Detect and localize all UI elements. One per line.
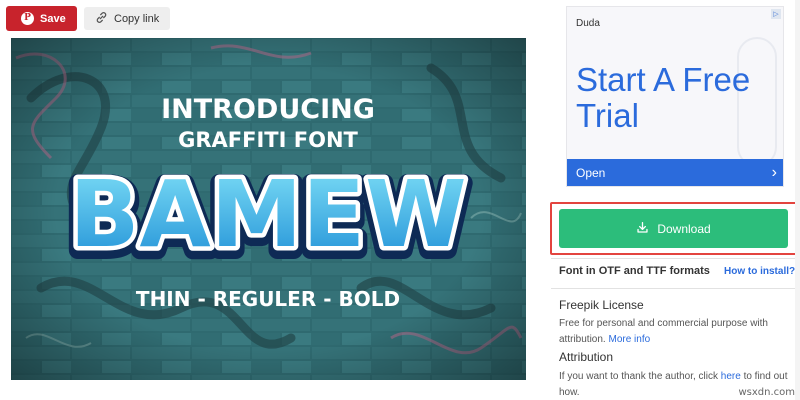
ad-brand: Duda [576,18,600,29]
scrollbar[interactable] [795,0,800,400]
font-preview-image: INTRODUCING GRAFFITI FONT BAMEW BAMEW BA… [11,38,526,380]
download-label: Download [657,221,711,236]
divider [551,288,795,289]
license-text: Free for personal and commercial purpose… [559,316,789,347]
ad-banner[interactable]: ▷ Duda Start A Free Trial Open › [566,6,784,187]
hero-weights: THIN - REGULER - BOLD [136,287,400,311]
chevron-right-icon: › [771,163,777,181]
hero-line-intro: INTRODUCING [161,94,375,125]
ad-open-button[interactable]: Open › [567,159,783,186]
attribution-text-before: If you want to thank the author, click [559,371,718,382]
divider [551,258,795,259]
copy-link-button[interactable]: Copy link [84,7,170,30]
download-icon [636,221,649,237]
hero-line-subtitle: GRAFFITI FONT [178,128,358,152]
download-button[interactable]: Download [559,209,788,248]
link-icon [95,11,108,27]
more-info-link[interactable]: More info [608,334,650,345]
ad-open-label: Open [576,165,606,180]
save-label: Save [40,12,66,25]
pinterest-icon: P [21,12,34,25]
attribution-here-link[interactable]: here [721,371,741,382]
copy-link-label: Copy link [114,12,160,25]
save-button[interactable]: P Save [6,6,77,31]
license-description: Free for personal and commercial purpose… [559,318,768,345]
font-formats-text: Font in OTF and TTF formats [559,265,710,277]
site-watermark: wsxdn.com [738,387,795,398]
ad-choices-icon[interactable]: ▷ [771,9,781,19]
ad-headline: Start A Free Trial [576,61,751,135]
license-title: Freepik License [559,298,644,312]
hero-title: BAMEW [69,161,466,268]
how-to-install-link[interactable]: How to install? [724,266,795,277]
attribution-title: Attribution [559,350,614,364]
